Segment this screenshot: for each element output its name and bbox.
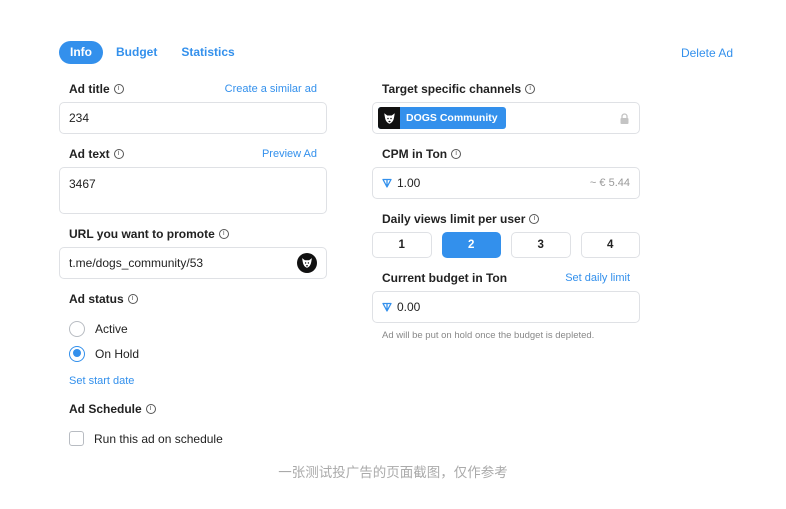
ad-title-input[interactable]: 234 [59, 102, 327, 134]
channels-label-row: Target specific channels i [372, 80, 640, 98]
budget-hint: Ad will be put on hold once the budget i… [382, 330, 595, 341]
ad-status-label-row: Ad status i [59, 290, 327, 308]
cpm-label-text: CPM in Ton [382, 147, 448, 161]
daily-views-option-1[interactable]: 1 [372, 232, 432, 258]
ton-icon [382, 302, 392, 312]
ad-status-label-text: Ad status [69, 292, 124, 306]
tab-statistics[interactable]: Statistics [170, 41, 245, 64]
url-input[interactable]: t.me/dogs_community/53 [59, 247, 327, 279]
info-icon[interactable]: i [218, 229, 229, 239]
daily-views-option-2[interactable]: 2 [441, 232, 501, 258]
ton-icon [382, 178, 392, 188]
daily-views-selector: 1 2 3 4 [372, 232, 640, 258]
radio-on-hold[interactable] [69, 345, 85, 362]
set-daily-limit-link[interactable]: Set daily limit [565, 272, 630, 284]
ad-text-textarea[interactable]: 3467 [59, 167, 327, 214]
daily-views-label-text: Daily views limit per user [382, 212, 526, 226]
ad-schedule-label: Ad Schedule i [69, 402, 156, 416]
tab-budget[interactable]: Budget [105, 41, 168, 64]
schedule-checkbox[interactable] [69, 431, 84, 446]
info-icon[interactable]: i [127, 294, 138, 304]
delete-ad-link[interactable]: Delete Ad [681, 46, 733, 60]
lock-icon [620, 113, 629, 124]
ad-status-label: Ad status i [69, 292, 138, 306]
info-icon[interactable]: i [145, 404, 156, 414]
right-column: Target specific channels i DOGS Community… [372, 80, 640, 341]
caption: 一张测试投广告的页面截图，仅作参考 [278, 465, 508, 480]
schedule-checkbox-row[interactable]: Run this ad on schedule [59, 426, 327, 451]
ad-schedule-label-text: Ad Schedule [69, 402, 142, 416]
schedule-checkbox-label: Run this ad on schedule [94, 431, 223, 446]
info-icon[interactable]: i [113, 149, 124, 159]
info-icon[interactable]: i [451, 149, 462, 159]
info-icon[interactable]: i [113, 84, 124, 94]
daily-views-label: Daily views limit per user i [382, 212, 540, 226]
info-icon[interactable]: i [529, 214, 540, 224]
cpm-label-row: CPM in Ton i [372, 145, 640, 163]
daily-views-label-row: Daily views limit per user i [372, 210, 640, 228]
set-start-date-link[interactable]: Set start date [69, 375, 134, 387]
ad-text-value: 3467 [69, 177, 96, 191]
cpm-label: CPM in Ton i [382, 147, 462, 161]
create-similar-ad-link[interactable]: Create a similar ad [225, 83, 317, 95]
daily-views-option-4[interactable]: 4 [580, 232, 640, 258]
dog-icon [378, 107, 400, 129]
status-option-label: On Hold [95, 346, 140, 361]
status-option-active[interactable]: Active [59, 316, 327, 341]
budget-label: Current budget in Ton [382, 271, 508, 285]
ad-schedule-label-row: Ad Schedule i [59, 400, 327, 418]
channel-chip-label: DOGS Community [406, 112, 498, 124]
budget-input[interactable]: 0.00 [372, 291, 640, 323]
status-option-on-hold[interactable]: On Hold [59, 341, 327, 366]
cpm-approx-value: ~ € 5.44 [589, 177, 630, 189]
channel-chip[interactable]: DOGS Community [378, 107, 506, 129]
cpm-value: 1.00 [397, 176, 421, 190]
left-column: Ad title i Create a similar ad 234 Ad tex… [59, 80, 327, 451]
daily-views-option-3[interactable]: 3 [511, 232, 571, 258]
status-option-label: Active [95, 321, 128, 336]
tab-info[interactable]: Info [59, 41, 103, 64]
ad-text-label: Ad text i [69, 147, 124, 161]
budget-value: 0.00 [397, 300, 421, 314]
info-icon[interactable]: i [525, 84, 536, 94]
ad-title-label-row: Ad title i Create a similar ad [59, 80, 327, 98]
radio-active[interactable] [69, 320, 85, 337]
ad-title-value: 234 [69, 111, 90, 125]
start-date-row: Set start date [59, 371, 327, 389]
channels-label: Target specific channels i [382, 82, 536, 96]
ad-title-label: Ad title i [69, 82, 124, 96]
dog-icon [297, 253, 317, 273]
ad-text-label-text: Ad text [69, 147, 110, 161]
tab-bar: Info Budget Statistics [59, 41, 248, 64]
url-label-row: URL you want to promote i [59, 225, 327, 243]
ad-text-label-row: Ad text i Preview Ad [59, 145, 327, 163]
url-value: t.me/dogs_community/53 [69, 256, 204, 270]
url-label-text: URL you want to promote [69, 227, 215, 241]
preview-ad-link[interactable]: Preview Ad [262, 148, 317, 160]
channels-input[interactable]: DOGS Community [372, 102, 640, 134]
url-label: URL you want to promote i [69, 227, 229, 241]
budget-label-row: Current budget in Ton Set daily limit [372, 269, 640, 287]
ad-title-label-text: Ad title [69, 82, 110, 96]
cpm-input[interactable]: 1.00 ~ € 5.44 [372, 167, 640, 199]
channels-label-text: Target specific channels [382, 82, 522, 96]
